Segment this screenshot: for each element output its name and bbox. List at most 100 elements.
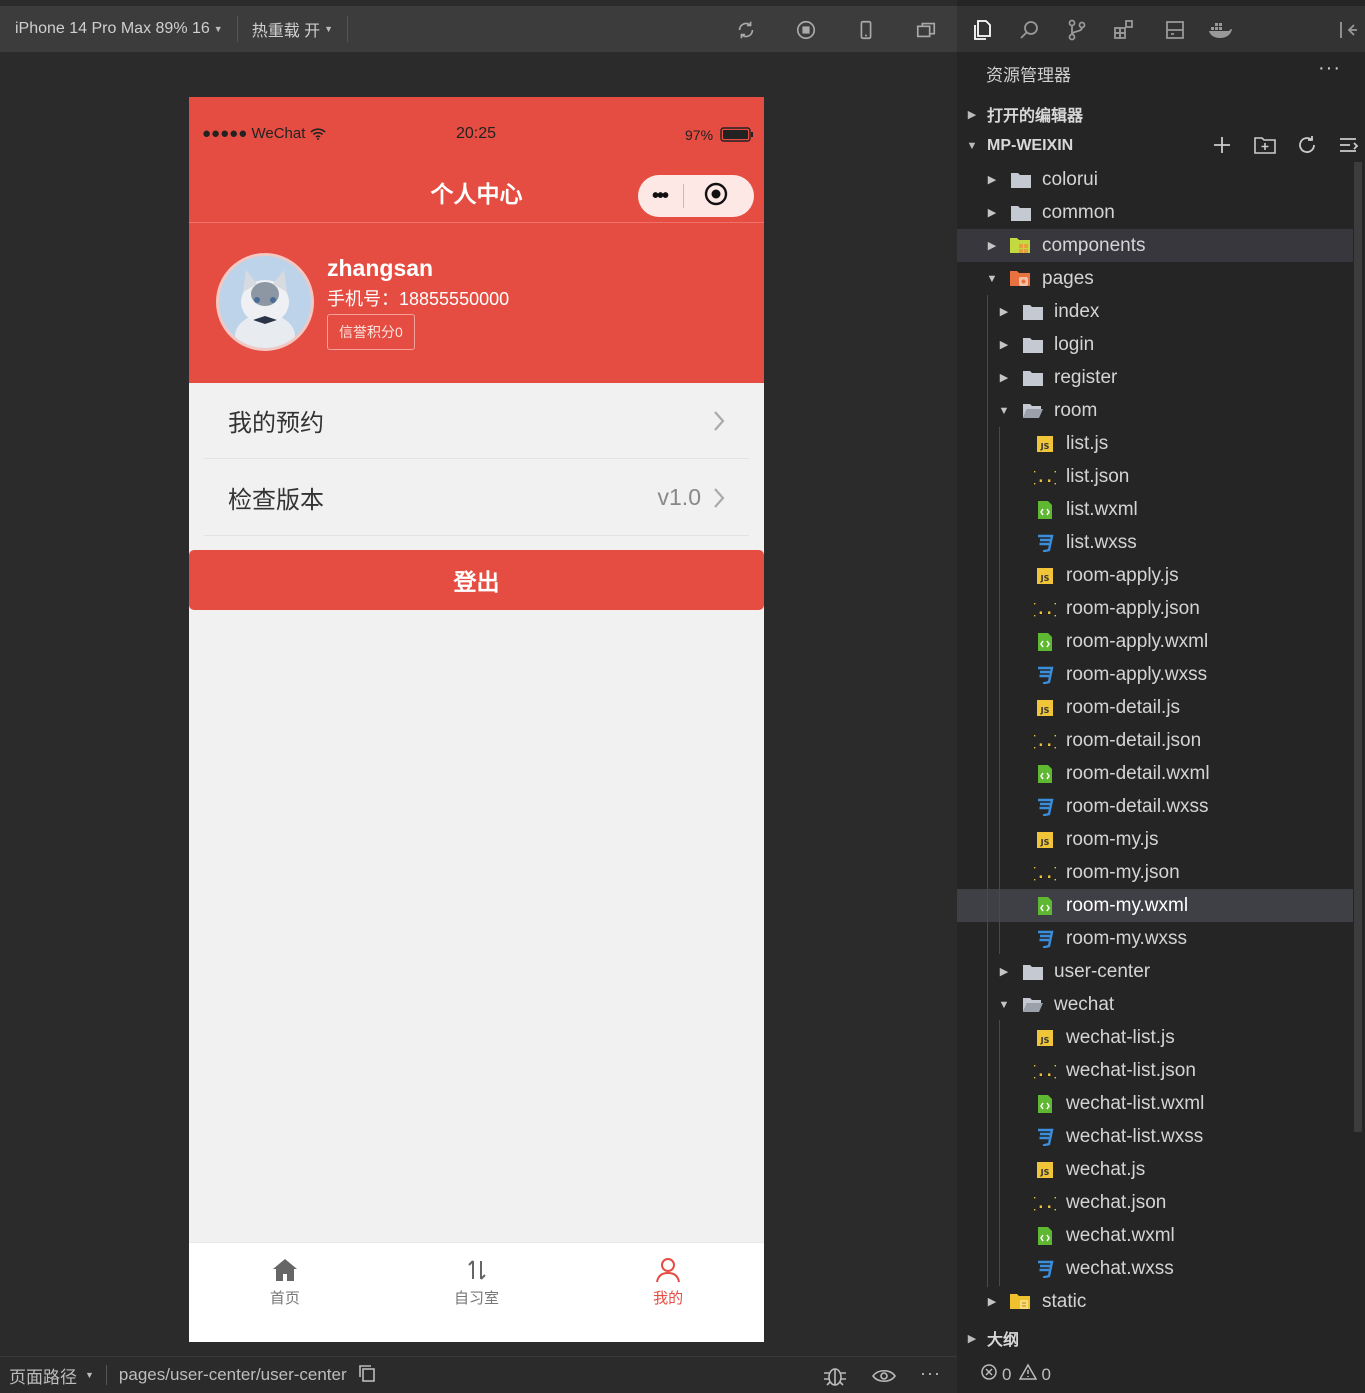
debug-bug-icon[interactable] [822,1365,848,1392]
page-path-label[interactable]: 页面路径 [9,1363,77,1388]
indent-guide [987,295,988,1287]
collapse-all-icon[interactable] [1337,134,1359,161]
tree-file-list-js[interactable]: JS list.js [957,427,1353,460]
tree-file-wechat-list-wxss[interactable]: wechat-list.wxss [957,1120,1353,1153]
problems-status[interactable]: 0 0 [957,1356,1365,1393]
storage-icon[interactable] [1162,17,1188,43]
tree-file-room-apply-wxss[interactable]: room-apply.wxss [957,658,1353,691]
refresh-explorer-icon[interactable] [1296,134,1318,161]
phone-simulator: ●●●●● WeChat 20:25 97% 个人中心 ••• zhangsan… [189,97,764,1342]
tree-item-label: wechat [1054,993,1115,1015]
tree-folder-common[interactable]: ▶ common [957,196,1353,229]
tree-file-wechat-list-js[interactable]: JS wechat-list.js [957,1021,1353,1054]
tree-folder-register[interactable]: ▶ register [957,361,1353,394]
avatar[interactable] [216,253,314,351]
tree-folder-user-center[interactable]: ▶ user-center [957,955,1353,988]
tree-file-room-apply-wxml[interactable]: room-apply.wxml [957,625,1353,658]
tree-folder-colorui[interactable]: ▶ colorui [957,163,1353,196]
user-icon [656,1258,681,1283]
svg-text:{..}: {..} [1034,470,1056,486]
tree-file-room-apply-json[interactable]: {..} room-apply.json [957,592,1353,625]
collapse-sidebar-icon[interactable] [1335,17,1361,43]
tree-file-room-my-wxss[interactable]: room-my.wxss [957,922,1353,955]
phone-preview-icon[interactable] [855,19,877,41]
warning-count: 0 [1041,1364,1051,1384]
hot-reload-selector[interactable]: 热重载 开 ▼ [252,17,333,41]
tree-file-wechat-wxml[interactable]: wechat.wxml [957,1219,1353,1252]
tree-folder-wechat[interactable]: ▼ wechat [957,988,1353,1021]
menu-row-check-version[interactable]: 检查版本 v1.0 [204,460,749,536]
tree-file-room-detail-json[interactable]: {..} room-detail.json [957,724,1353,757]
json-file-icon: {..} [1034,1192,1056,1214]
tree-file-list-json[interactable]: {..} list.json [957,460,1353,493]
tree-file-room-detail-wxss[interactable]: room-detail.wxss [957,790,1353,823]
components-folder-icon [1010,235,1032,257]
tree-folder-components[interactable]: ▶ components [957,229,1353,262]
device-selector[interactable]: iPhone 14 Pro Max 89% 16 ▼ [15,20,223,38]
tree-file-list-wxss[interactable]: list.wxss [957,526,1353,559]
explorer-scrollbar[interactable] [1354,162,1362,1132]
tab-study-room[interactable]: 自习室 [381,1243,573,1342]
tree-item-label: login [1054,333,1095,355]
source-control-icon[interactable] [1064,17,1090,43]
status-divider [105,1365,107,1385]
tree-folder-pages[interactable]: ▼ pages [957,262,1353,295]
hot-reload-label: 热重载 开 [251,23,321,40]
tree-item-label: room-my.wxss [1066,927,1188,949]
wxss-file-icon [1034,664,1056,686]
stop-icon[interactable] [795,19,817,41]
project-section[interactable]: ▼ MP-WEIXIN [957,130,1365,162]
extensions-icon[interactable] [1111,17,1137,43]
outline-section[interactable]: ▶ 大纲 [957,1322,1365,1354]
svg-text:{..}: {..} [1034,866,1056,882]
open-editors-section[interactable]: ▶ 打开的编辑器 [957,98,1365,130]
folder-icon [1022,961,1044,983]
tree-file-wechat-list-json[interactable]: {..} wechat-list.json [957,1054,1353,1087]
close-mini-program-icon[interactable] [704,182,728,211]
logout-button[interactable]: 登出 [189,550,764,610]
more-icon[interactable]: ··· [920,1363,941,1384]
js-file-icon: JS [1034,433,1056,455]
tree-folder-room[interactable]: ▼ room [957,394,1353,427]
tree-file-wechat-list-wxml[interactable]: wechat-list.wxml [957,1087,1353,1120]
credit-badge: 信誉积分0 [327,314,415,350]
json-file-icon: {..} [1034,730,1056,752]
capsule-divider [683,184,685,208]
more-dots-icon[interactable]: ••• [652,185,669,208]
docker-icon[interactable] [1207,17,1233,43]
tree-item-label: room-my.json [1066,861,1180,883]
menu-row-my-reservations[interactable]: 我的预约 [204,383,749,459]
tree-file-room-apply-js[interactable]: JS room-apply.js [957,559,1353,592]
chevron-right-icon: ▶ [987,207,997,219]
tree-file-wechat-js[interactable]: JS wechat.js [957,1153,1353,1186]
svg-text:{..}: {..} [1034,602,1056,618]
tree-file-wechat-json[interactable]: {..} wechat.json [957,1186,1353,1219]
tree-folder-index[interactable]: ▶ index [957,295,1353,328]
new-file-icon[interactable] [1211,134,1233,161]
refresh-icon[interactable] [735,19,757,41]
more-actions-icon[interactable]: ··· [1318,57,1341,80]
tree-file-room-detail-wxml[interactable]: room-detail.wxml [957,757,1353,790]
tree-file-room-my-js[interactable]: JS room-my.js [957,823,1353,856]
tree-folder-static[interactable]: ▶ static [957,1285,1353,1318]
tree-file-room-my-json[interactable]: {..} room-my.json [957,856,1353,889]
chevron-right-icon: ▶ [999,372,1009,384]
tree-file-room-detail-js[interactable]: JS room-detail.js [957,691,1353,724]
tree-file-room-my-wxml[interactable]: room-my.wxml [957,889,1353,922]
files-icon[interactable] [969,17,995,43]
wxml-file-icon [1034,895,1056,917]
tab-home[interactable]: 首页 [189,1243,381,1342]
folder-icon [1022,367,1044,389]
tree-file-list-wxml[interactable]: list.wxml [957,493,1353,526]
chevron-down-icon: ▼ [966,140,978,152]
tree-item-label: room-detail.json [1066,729,1202,751]
detach-window-icon[interactable] [915,19,937,41]
tab-mine[interactable]: 我的 [572,1243,764,1342]
copy-icon[interactable] [357,1363,377,1388]
search-icon[interactable] [1016,17,1042,43]
tree-file-wechat-wxss[interactable]: wechat.wxss [957,1252,1353,1285]
wxss-file-icon [1034,1258,1056,1280]
preview-eye-icon[interactable] [872,1365,896,1392]
tree-folder-login[interactable]: ▶ login [957,328,1353,361]
new-folder-icon[interactable] [1253,134,1277,161]
